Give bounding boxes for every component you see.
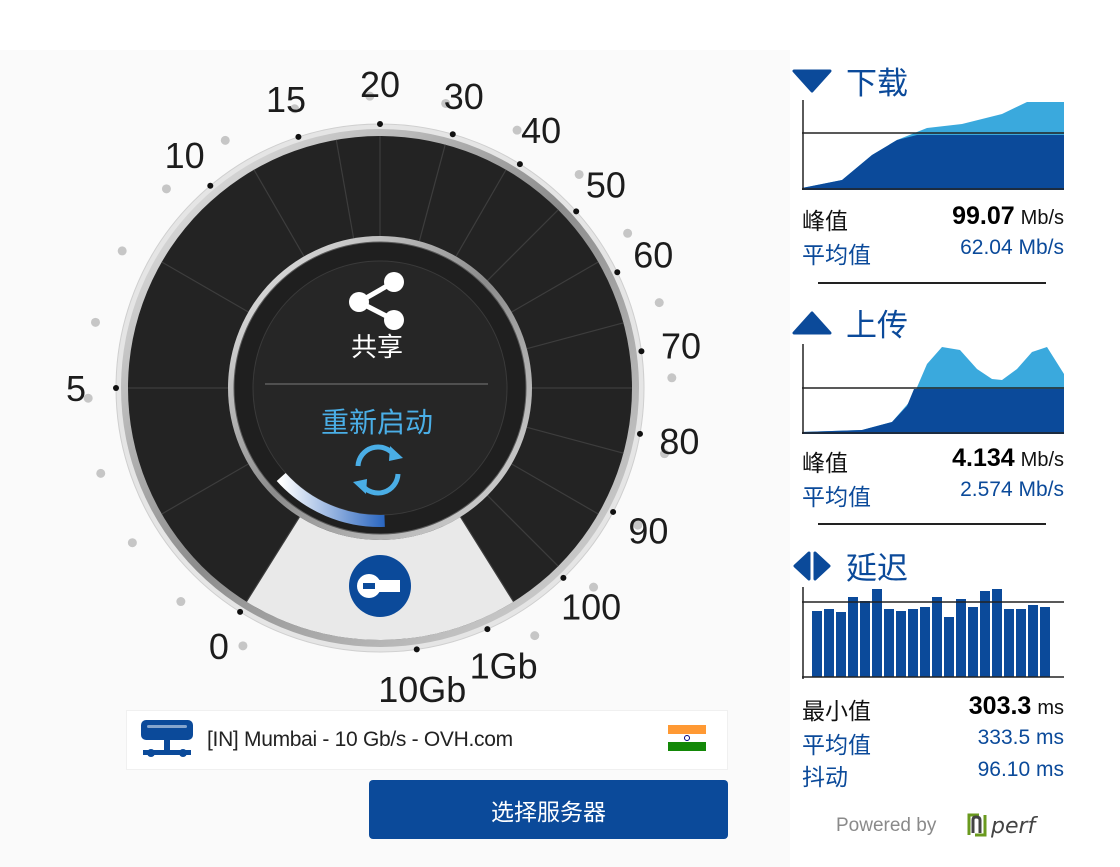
download-avg-label: 平均值 (802, 243, 871, 269)
gauge-tick-label: 1Gb (470, 646, 538, 687)
download-peak-unit: Mb/s (1020, 207, 1064, 229)
upload-peak-value: 4.134 (952, 444, 1015, 472)
server-name: [IN] Mumbai - 10 Gb/s - OVH.com (207, 728, 513, 751)
gauge-tick-marker (573, 208, 580, 215)
gauge-tick-marker (614, 269, 621, 276)
gauge-tick-label: 5 (66, 368, 86, 409)
powered-by-label: Powered by (836, 815, 937, 836)
download-graph (802, 100, 1064, 190)
speed-gauge: 共享 重新启动 0 5 10 15 20 30 40 5060 70 80 90100 1Gb10Gb (66, 64, 701, 710)
gauge-tick-marker (377, 121, 383, 127)
gauge-tick-label: 100 (561, 587, 621, 628)
gauge-tick-marker (560, 574, 567, 581)
gauge-tick-label: 15 (266, 79, 306, 120)
latency-min-value: 303.3 (968, 692, 1032, 720)
gauge-tick-label: 40 (521, 110, 561, 151)
gauge-dot (238, 641, 248, 651)
gauge-tick-label: 30 (444, 76, 484, 117)
gauge-tick-label: 10Gb (378, 669, 466, 710)
gauge-tick-marker (516, 161, 523, 168)
share-label[interactable]: 共享 (351, 333, 403, 363)
gauge-tick-marker (113, 385, 119, 391)
latency-min-row: 最小值 303.3 ms (802, 692, 1064, 725)
gauge-dot (530, 631, 540, 641)
gauge-dot (127, 538, 137, 548)
download-peak-label: 峰值 (802, 209, 848, 235)
upload-header: 上传 (792, 300, 908, 345)
gauge-tick-label: 60 (633, 235, 673, 276)
download-peak-row: 峰值 99.07 Mb/s (802, 202, 1064, 235)
upload-peak-label: 峰值 (802, 451, 848, 477)
upload-avg-label: 平均值 (802, 485, 871, 511)
gauge-tick-label: 50 (586, 165, 626, 206)
gauge-tick-marker (449, 131, 456, 138)
download-arrow-icon (792, 69, 832, 92)
divider (818, 523, 1046, 525)
server-selector[interactable]: [IN] Mumbai - 10 Gb/s - OVH.com (127, 711, 727, 769)
gauge-tick-label: 10 (165, 135, 205, 176)
select-server-button[interactable]: 选择服务器 (369, 780, 728, 839)
upload-peak-row: 峰值 4.134 Mb/s (802, 444, 1064, 477)
settings-icon[interactable] (349, 555, 411, 617)
restart-label[interactable]: 重新启动 (321, 406, 433, 439)
gauge-tick-marker (295, 133, 302, 140)
gauge-tick-label: 80 (659, 421, 699, 462)
gauge-dot (654, 298, 664, 308)
gauge-dot (220, 135, 230, 145)
gauge-tick-marker (207, 182, 214, 189)
divider (818, 282, 1046, 284)
gauge-tick-marker (484, 626, 491, 633)
gauge-dot (90, 317, 100, 327)
gauge-dot (117, 246, 127, 256)
latency-jitter-value: 96.10 ms (977, 758, 1064, 781)
latency-header: 延迟 (792, 543, 908, 588)
latency-arrows-icon (793, 551, 831, 580)
latency-title: 延迟 (846, 551, 908, 587)
upload-avg-row: 平均值 2.574 Mb/s (802, 478, 1064, 511)
gauge-tick-marker (636, 430, 643, 437)
gauge-dot (667, 373, 677, 383)
gauge-tick-label: 70 (661, 326, 701, 367)
latency-avg-label: 平均值 (802, 733, 871, 759)
nperf-logo[interactable]: perf (965, 805, 1075, 845)
upload-peak-unit: Mb/s (1020, 449, 1064, 471)
download-peak-value: 99.07 (952, 202, 1015, 230)
latency-graph (802, 587, 1064, 679)
gauge-tick-marker (638, 348, 645, 355)
gauge-tick-label: 20 (360, 64, 400, 105)
latency-jitter-row: 抖动 96.10 ms (802, 758, 1064, 791)
gauge-tick-marker (610, 508, 617, 515)
svg-text:perf: perf (990, 814, 1039, 839)
india-flag-icon (668, 725, 706, 751)
latency-jitter-label: 抖动 (802, 765, 848, 791)
latency-avg-value: 333.5 ms (977, 726, 1064, 749)
gauge-dot (176, 597, 186, 607)
gauge-dot (623, 228, 633, 238)
gauge-tick-marker (413, 646, 420, 653)
latency-min-label: 最小值 (802, 699, 871, 725)
gauge-dot (96, 468, 106, 478)
gauge-tick-marker (237, 608, 244, 615)
gauge-dot (574, 169, 584, 179)
upload-graph (802, 344, 1064, 434)
download-header: 下载 (792, 58, 908, 103)
latency-min-unit: ms (1037, 697, 1064, 719)
gauge-dot (161, 184, 171, 194)
latency-avg-row: 平均值 333.5 ms (802, 726, 1064, 759)
download-avg-value: 62.04 Mb/s (960, 236, 1064, 259)
gauge-tick-label: 0 (209, 626, 229, 667)
download-title: 下载 (846, 66, 908, 102)
download-avg-row: 平均值 62.04 Mb/s (802, 236, 1064, 269)
upload-arrow-icon (792, 311, 832, 334)
upload-title: 上传 (846, 308, 908, 344)
server-icon (141, 720, 193, 757)
gauge-tick-label: 90 (628, 511, 668, 552)
upload-avg-value: 2.574 Mb/s (960, 478, 1064, 501)
